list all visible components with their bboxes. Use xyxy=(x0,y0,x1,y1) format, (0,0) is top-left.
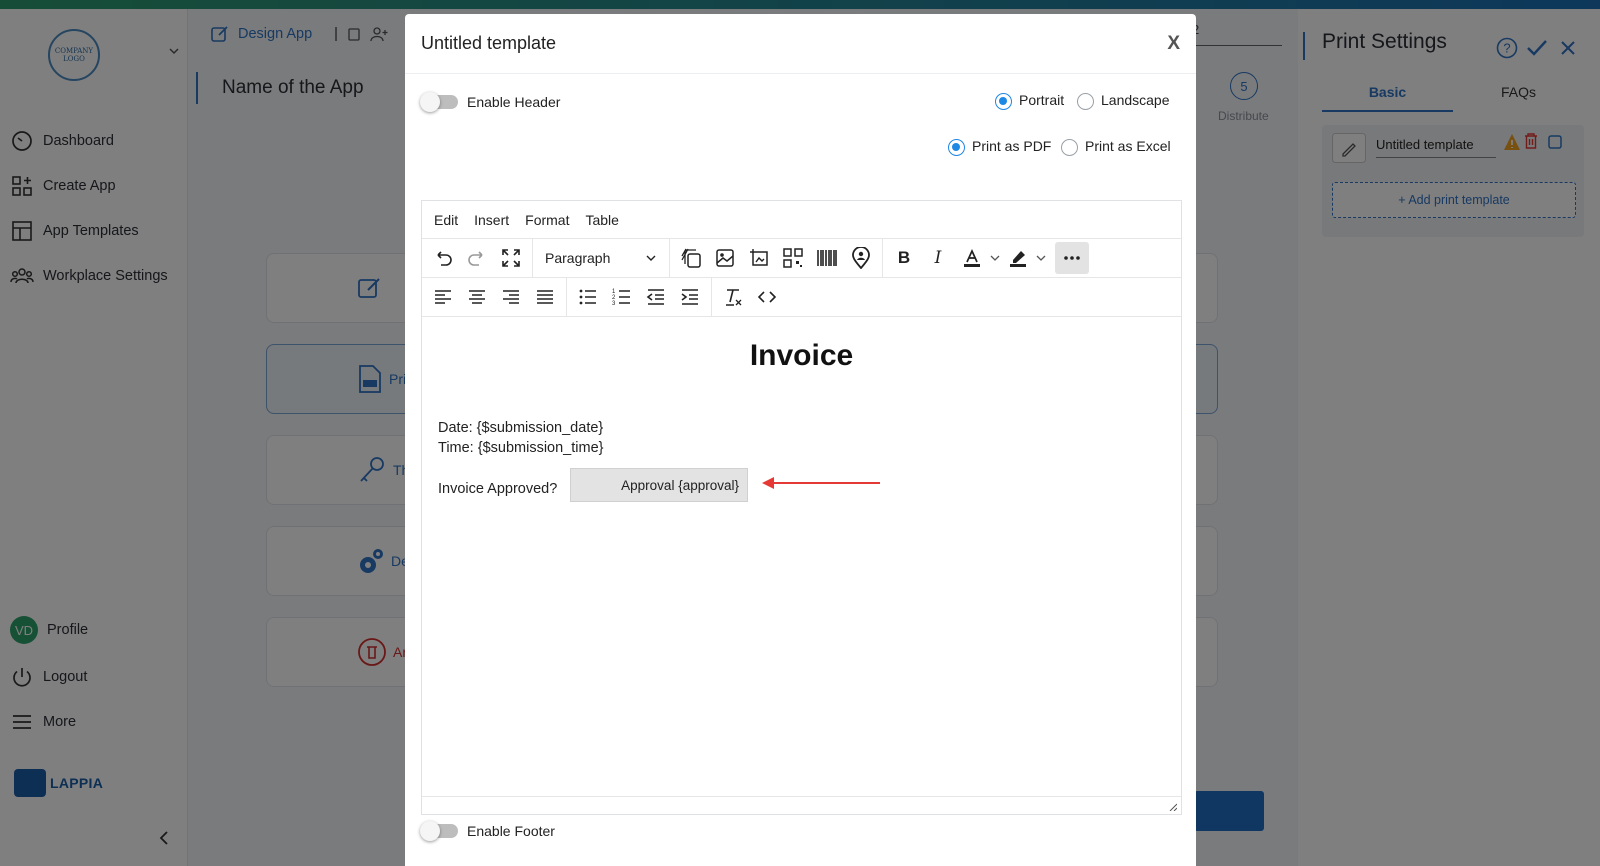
numbered-list-button[interactable]: 123 xyxy=(605,281,639,313)
align-center-button[interactable] xyxy=(460,281,494,313)
template-editor-modal: Untitled template X Enable Header Portra… xyxy=(405,14,1196,866)
edit-image-button[interactable] xyxy=(742,242,776,274)
block-format-value: Paragraph xyxy=(545,250,611,266)
bullet-list-icon xyxy=(579,289,596,305)
bold-button[interactable]: B xyxy=(887,242,921,274)
misc-group xyxy=(712,278,788,316)
modal-title: Untitled template xyxy=(421,33,557,53)
outdent-icon xyxy=(646,289,664,305)
text-color-button[interactable] xyxy=(955,242,989,274)
location-pin-icon xyxy=(852,247,870,269)
chevron-down-icon xyxy=(646,255,656,261)
numbered-list-icon: 123 xyxy=(612,289,630,307)
enable-footer-label: Enable Footer xyxy=(467,823,555,839)
approval-field[interactable]: Approval {approval} xyxy=(570,468,748,502)
alignment-group xyxy=(422,278,567,316)
invoice-heading: Invoice xyxy=(749,339,854,372)
image-icon xyxy=(716,249,734,267)
fullscreen-icon xyxy=(502,249,520,267)
qr-code-icon xyxy=(783,248,803,268)
align-center-icon xyxy=(469,290,485,304)
approved-label: Invoice Approved? xyxy=(438,481,558,497)
block-format-select[interactable]: Paragraph xyxy=(537,242,665,274)
redo-icon xyxy=(468,251,483,266)
barcode-icon xyxy=(817,250,837,266)
enable-footer-toggle[interactable] xyxy=(420,821,458,841)
outdent-button[interactable] xyxy=(639,281,673,313)
modal-header: Untitled template X xyxy=(405,14,1196,74)
rich-text-editor: Edit Insert Format Table Paragraph B I 1… xyxy=(421,200,1182,815)
indent-icon xyxy=(681,289,698,305)
enable-header-toggle[interactable] xyxy=(420,92,458,112)
insert-image-button[interactable] xyxy=(708,242,742,274)
editor-content-area[interactable]: Invoice Date: {$submission_date} Time: {… xyxy=(422,317,1181,797)
undo-icon xyxy=(437,251,452,266)
landscape-radio[interactable] xyxy=(1077,93,1094,110)
source-code-button[interactable] xyxy=(750,281,784,313)
list-group: 123 xyxy=(567,278,712,316)
portrait-label: Portrait xyxy=(1019,92,1065,108)
crop-image-icon xyxy=(750,249,768,266)
text-format-group: B I xyxy=(883,239,1093,277)
justify-button[interactable] xyxy=(528,281,562,313)
menu-insert[interactable]: Insert xyxy=(474,212,509,228)
landscape-label: Landscape xyxy=(1101,92,1170,108)
editor-toolbar-row-2: 123 xyxy=(422,278,1181,317)
justify-icon xyxy=(537,290,553,304)
portrait-radio[interactable] xyxy=(995,93,1012,110)
insert-group xyxy=(670,239,883,277)
clear-formatting-icon xyxy=(726,289,742,306)
insert-template-button[interactable] xyxy=(674,242,708,274)
chevron-down-icon[interactable] xyxy=(989,252,1001,264)
clear-formatting-button[interactable] xyxy=(716,281,750,313)
redo-button[interactable] xyxy=(460,242,494,274)
print-as-pdf-radio[interactable] xyxy=(948,139,965,156)
menu-table[interactable]: Table xyxy=(585,212,618,228)
editor-toolbar-row-1: Paragraph B I xyxy=(422,239,1181,278)
layers-icon xyxy=(681,248,701,268)
editor-menubar: Edit Insert Format Table xyxy=(422,201,1181,239)
date-line: Date: {$submission_date} xyxy=(438,420,604,436)
highlighter-icon xyxy=(1010,251,1026,267)
fullscreen-button[interactable] xyxy=(494,242,528,274)
align-left-icon xyxy=(435,290,451,304)
ellipsis-icon xyxy=(1064,256,1080,260)
highlight-color-button[interactable] xyxy=(1001,242,1035,274)
arrow-annotation-icon xyxy=(762,477,880,489)
insert-location-button[interactable] xyxy=(844,242,878,274)
block-format-group: Paragraph xyxy=(533,239,670,277)
menu-edit[interactable]: Edit xyxy=(434,212,458,228)
print-as-excel-radio[interactable] xyxy=(1061,139,1078,156)
menu-format[interactable]: Format xyxy=(525,212,569,228)
print-as-pdf-label: Print as PDF xyxy=(972,138,1052,154)
more-tools-button[interactable] xyxy=(1055,242,1089,274)
insert-barcode-button[interactable] xyxy=(810,242,844,274)
svg-text:3: 3 xyxy=(612,301,616,307)
enable-header-label: Enable Header xyxy=(467,94,561,110)
close-button[interactable]: X xyxy=(1167,33,1180,55)
bullet-list-button[interactable] xyxy=(571,281,605,313)
chevron-down-icon[interactable] xyxy=(1035,252,1047,264)
undo-button[interactable] xyxy=(426,242,460,274)
align-right-button[interactable] xyxy=(494,281,528,313)
align-right-icon xyxy=(503,290,519,304)
time-line: Time: {$submission_time} xyxy=(438,440,604,456)
align-left-button[interactable] xyxy=(426,281,460,313)
indent-button[interactable] xyxy=(673,281,707,313)
code-icon xyxy=(757,291,777,303)
resize-handle-icon[interactable] xyxy=(1169,803,1177,811)
history-group xyxy=(422,239,533,277)
italic-button[interactable]: I xyxy=(921,242,955,274)
insert-qr-code-button[interactable] xyxy=(776,242,810,274)
print-as-excel-label: Print as Excel xyxy=(1085,138,1171,154)
text-color-icon xyxy=(964,248,980,267)
